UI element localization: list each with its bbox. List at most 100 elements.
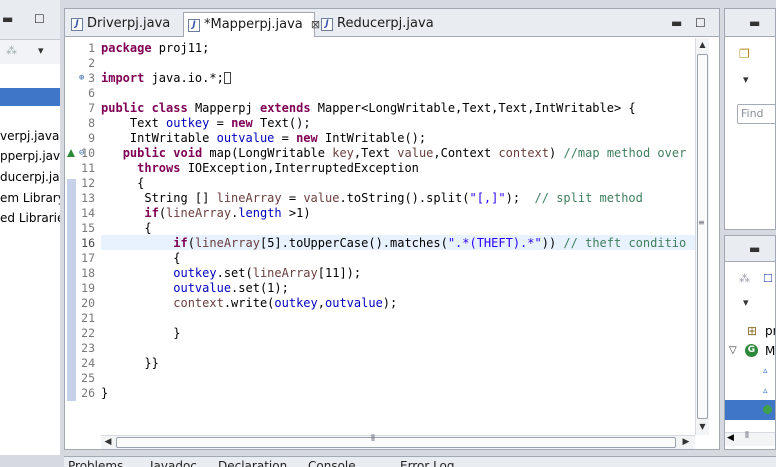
- code-line[interactable]: {: [101, 221, 151, 236]
- code-token: =: [274, 131, 297, 145]
- code-line[interactable]: outkey.set(lineArray[11]);: [101, 266, 361, 281]
- maximize-icon[interactable]: ☐: [695, 16, 706, 30]
- tree-item[interactable]: ducerpj.ja: [0, 167, 60, 187]
- vertical-scroll-thumb[interactable]: [697, 54, 708, 419]
- task-list-header: ▬: [725, 9, 775, 37]
- minimize-icon[interactable]: ▬: [671, 16, 682, 30]
- code-token: Text();: [252, 116, 311, 130]
- code-line[interactable]: context.write(outkey,outvalue);: [101, 296, 397, 311]
- code-line[interactable]: String [] lineArray = value.toString().s…: [101, 191, 643, 206]
- selected-outline-row[interactable]: [725, 400, 775, 420]
- class-icon: G: [745, 344, 758, 357]
- scroll-up-icon[interactable]: ▲: [696, 38, 709, 52]
- code-token: new: [296, 131, 318, 145]
- tab-driverpj[interactable]: J Driverpj.java: [67, 12, 177, 37]
- maximize-icon[interactable]: ☐: [34, 12, 45, 26]
- horizontal-scrollbar[interactable]: ◀ ⦀: [725, 431, 775, 446]
- task-list-panel: ▬ ❐ ▾ Find: [724, 8, 776, 230]
- new-task-icon[interactable]: ❐: [739, 47, 750, 61]
- selected-tree-row[interactable]: [0, 88, 60, 106]
- code-line[interactable]: if(lineArray.length >1): [101, 206, 310, 221]
- tab-label: Driverpj.java: [87, 16, 171, 31]
- code-token: // theft conditio: [563, 236, 687, 250]
- code-line[interactable]: outvalue.set(1);: [101, 281, 289, 296]
- tab-problems[interactable]: Problems: [68, 459, 123, 467]
- code-line[interactable]: }}: [101, 356, 158, 371]
- code-line[interactable]: IntWritable outvalue = new IntWritable()…: [101, 131, 426, 146]
- code-token: =: [281, 191, 304, 205]
- line-number: 26: [81, 386, 95, 400]
- code-token: extends: [259, 101, 311, 115]
- expand-icon[interactable]: ▽: [729, 342, 737, 360]
- scroll-left-icon[interactable]: ◀: [727, 433, 734, 443]
- code-token: .toString().split(: [339, 191, 470, 205]
- line-number: 21: [81, 311, 95, 325]
- hide-fields-icon[interactable]: ☐: [763, 272, 773, 285]
- scroll-right-icon[interactable]: ▶: [679, 436, 693, 449]
- code-line[interactable]: Text outkey = new Text();: [101, 116, 311, 131]
- tab-mapperpj[interactable]: J *Mapperpj.java ⊠: [183, 12, 320, 37]
- scroll-down-icon[interactable]: ▼: [696, 420, 709, 434]
- vertical-scrollbar[interactable]: ▲ ≡ ▼: [695, 38, 709, 435]
- tree-item[interactable]: ed Librarie: [0, 208, 60, 228]
- method-icon: [763, 405, 772, 414]
- line-number: 16: [81, 236, 95, 250]
- code-token: "[,]": [469, 191, 506, 205]
- code-text-area[interactable]: package proj11; import java.io.*; public c…: [101, 38, 695, 435]
- code-line[interactable]: if(lineArray[5].toUpperCase().matches(".…: [101, 236, 686, 251]
- tab-javadoc[interactable]: Javadoc: [150, 459, 197, 467]
- line-number: 15: [81, 221, 95, 235]
- code-line[interactable]: import java.io.*;: [101, 71, 231, 86]
- minimize-icon[interactable]: ▬: [749, 16, 760, 30]
- code-token: }: [101, 326, 181, 340]
- view-menu-icon[interactable]: ▾: [743, 73, 749, 86]
- expand-fold-icon[interactable]: ⊕: [79, 71, 84, 86]
- code-line[interactable]: {: [101, 176, 144, 191]
- minimize-icon[interactable]: ▬: [2, 12, 13, 26]
- collapsed-block-icon[interactable]: [223, 72, 231, 84]
- line-number: 17: [81, 251, 95, 265]
- code-token: Mapper<LongWritable,Text,Text,IntWritabl…: [310, 101, 636, 115]
- tree-item[interactable]: verpj.java: [0, 126, 59, 146]
- code-line[interactable]: }: [101, 386, 108, 401]
- tree-item[interactable]: pperpj.jav: [0, 146, 60, 166]
- code-token: Text: [101, 116, 167, 130]
- sort-icon[interactable]: ⁂: [739, 272, 750, 285]
- code-token: value: [303, 191, 340, 205]
- tab-reducerpj[interactable]: J Reducerpj.java: [317, 12, 437, 37]
- code-line[interactable]: {: [101, 251, 180, 266]
- code-line[interactable]: throws IOException,InterruptedException: [101, 161, 419, 176]
- code-token: lineArray: [194, 236, 260, 250]
- collapse-fold-icon[interactable]: ⊖: [79, 146, 84, 161]
- code-token: // split method: [534, 191, 643, 205]
- view-menu-icon[interactable]: ▾: [743, 296, 749, 309]
- horizontal-scrollbar[interactable]: ◀ ⦀ ▶: [101, 434, 695, 449]
- code-token: (: [187, 236, 195, 250]
- code-token: outkey: [173, 266, 217, 280]
- code-line[interactable]: public void map(LongWritable key,Text va…: [101, 146, 687, 161]
- code-token: void: [173, 146, 203, 160]
- find-input[interactable]: Find: [737, 104, 775, 124]
- code-token: lineArray: [252, 266, 318, 280]
- tab-console[interactable]: Console: [308, 459, 356, 467]
- line-number: 14: [81, 206, 95, 220]
- code-token: {: [101, 176, 145, 190]
- package-explorer-header: ▬ ☐: [0, 0, 60, 40]
- code-line[interactable]: package proj11;: [101, 41, 209, 56]
- code-token: class: [151, 101, 188, 115]
- scroll-left-icon[interactable]: ◀: [101, 436, 115, 449]
- horizontal-scroll-thumb[interactable]: [116, 437, 676, 448]
- code-line[interactable]: public class Mapperpj extends Mapper<Lon…: [101, 101, 636, 116]
- tab-declaration[interactable]: Declaration: [218, 459, 287, 467]
- tree-item[interactable]: em Library: [0, 188, 60, 208]
- scroll-grip-icon: ⦀: [745, 431, 749, 441]
- view-menu-icon[interactable]: ▾: [38, 44, 44, 57]
- link-editor-icon[interactable]: ⁂: [6, 44, 17, 57]
- tab-error-log[interactable]: Error Log: [400, 459, 455, 467]
- minimize-icon[interactable]: ▬: [749, 242, 760, 256]
- code-token: map(LongWritable: [202, 146, 333, 160]
- code-token: outkey: [274, 296, 318, 310]
- code-line[interactable]: }: [101, 326, 180, 341]
